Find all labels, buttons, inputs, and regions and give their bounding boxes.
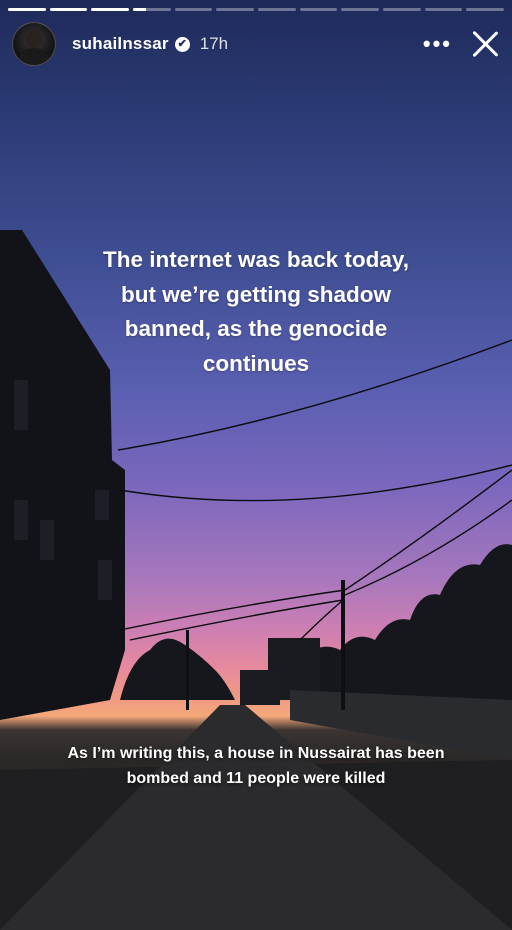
- story-image: suhailnssar ✔ 17h ••• The internet was b…: [0, 0, 512, 930]
- story-caption-bottom: As I’m writing this, a house in Nussaira…: [67, 745, 445, 787]
- progress-fill: [49, 8, 88, 11]
- progress-fill: [91, 8, 130, 11]
- progress-segment: [299, 8, 338, 11]
- post-time: 17h: [199, 34, 229, 53]
- progress-segment: [133, 8, 171, 11]
- more-options-button[interactable]: •••: [423, 33, 452, 55]
- verified-badge-icon: ✔: [174, 36, 190, 52]
- username[interactable]: suhailnssar: [72, 34, 169, 54]
- progress-segment: [216, 8, 255, 11]
- progress-segment: [341, 8, 380, 11]
- progress-fill: [133, 8, 147, 11]
- avatar-body-shape: [19, 48, 49, 65]
- progress-segment: [383, 8, 421, 11]
- progress-segment: [8, 8, 46, 11]
- avatar-head-shape: [26, 30, 42, 48]
- story-header: suhailnssar ✔ 17h •••: [12, 22, 500, 66]
- progress-segment: [49, 8, 88, 11]
- avatar[interactable]: [12, 22, 56, 66]
- story-caption-main: The internet was back today, but we’re g…: [103, 247, 409, 376]
- progress-segment: [258, 8, 296, 11]
- progress-segment: [424, 8, 463, 11]
- progress-segment: [91, 8, 130, 11]
- progress-fill: [8, 8, 46, 11]
- close-icon[interactable]: [470, 29, 500, 59]
- progress-segment: [466, 8, 505, 11]
- progress-segment: [174, 8, 213, 11]
- story-progress-bar: [8, 8, 505, 11]
